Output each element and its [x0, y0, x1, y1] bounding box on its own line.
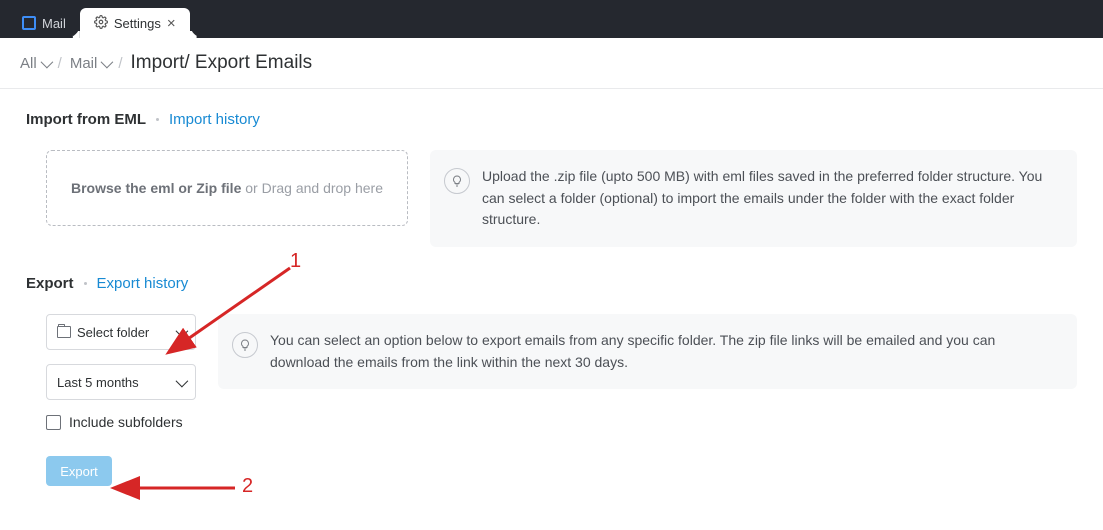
crumb-mail-label: Mail	[70, 55, 98, 72]
export-button[interactable]: Export	[46, 456, 112, 486]
dropzone-rest: or Drag and drop here	[241, 180, 383, 196]
export-hint: You can select an option below to export…	[218, 314, 1077, 389]
select-folder-dropdown[interactable]: Select folder	[46, 314, 196, 350]
tab-mail-label: Mail	[42, 16, 66, 31]
import-hint-text: Upload the .zip file (upto 500 MB) with …	[482, 166, 1057, 231]
chevron-down-icon	[176, 324, 189, 337]
gear-icon	[94, 15, 108, 32]
close-icon[interactable]: ×	[167, 16, 176, 31]
chevron-down-icon	[40, 55, 53, 68]
dropzone-bold: Browse the eml or Zip file	[71, 180, 241, 196]
import-section-header: Import from EML Import history	[26, 111, 1077, 128]
export-hint-text: You can select an option below to export…	[270, 330, 1057, 373]
export-section-header: Export Export history	[26, 275, 1077, 292]
breadcrumb: All / Mail / Import/ Export Emails	[0, 38, 1103, 89]
crumb-all[interactable]: All	[20, 55, 50, 72]
import-title: Import from EML	[26, 111, 146, 128]
tab-settings-label: Settings	[114, 16, 161, 31]
page-title: Import/ Export Emails	[131, 52, 313, 74]
export-title: Export	[26, 275, 74, 292]
chevron-down-icon	[101, 55, 114, 68]
checkbox-icon	[46, 415, 61, 430]
lightbulb-icon	[444, 168, 470, 194]
export-history-link[interactable]: Export history	[97, 275, 189, 292]
select-folder-label: Select folder	[77, 325, 176, 340]
import-history-link[interactable]: Import history	[169, 111, 260, 128]
period-dropdown[interactable]: Last 5 months	[46, 364, 196, 400]
import-hint: Upload the .zip file (upto 500 MB) with …	[430, 150, 1077, 247]
crumb-all-label: All	[20, 55, 37, 72]
tab-mail[interactable]: Mail	[8, 8, 80, 38]
separator-dot	[156, 118, 159, 121]
crumb-sep: /	[58, 55, 62, 72]
tab-bar: Mail Settings ×	[0, 0, 1103, 38]
include-subfolders-checkbox[interactable]: Include subfolders	[46, 414, 196, 430]
import-dropzone[interactable]: Browse the eml or Zip file or Drag and d…	[46, 150, 408, 226]
mail-icon	[22, 16, 36, 30]
crumb-sep: /	[118, 55, 122, 72]
tab-settings[interactable]: Settings ×	[80, 8, 190, 38]
include-subfolders-label: Include subfolders	[69, 414, 183, 430]
lightbulb-icon	[232, 332, 258, 358]
chevron-down-icon	[176, 374, 189, 387]
crumb-mail[interactable]: Mail	[70, 55, 111, 72]
folder-icon	[57, 326, 71, 338]
separator-dot	[84, 282, 87, 285]
period-label: Last 5 months	[57, 375, 176, 390]
